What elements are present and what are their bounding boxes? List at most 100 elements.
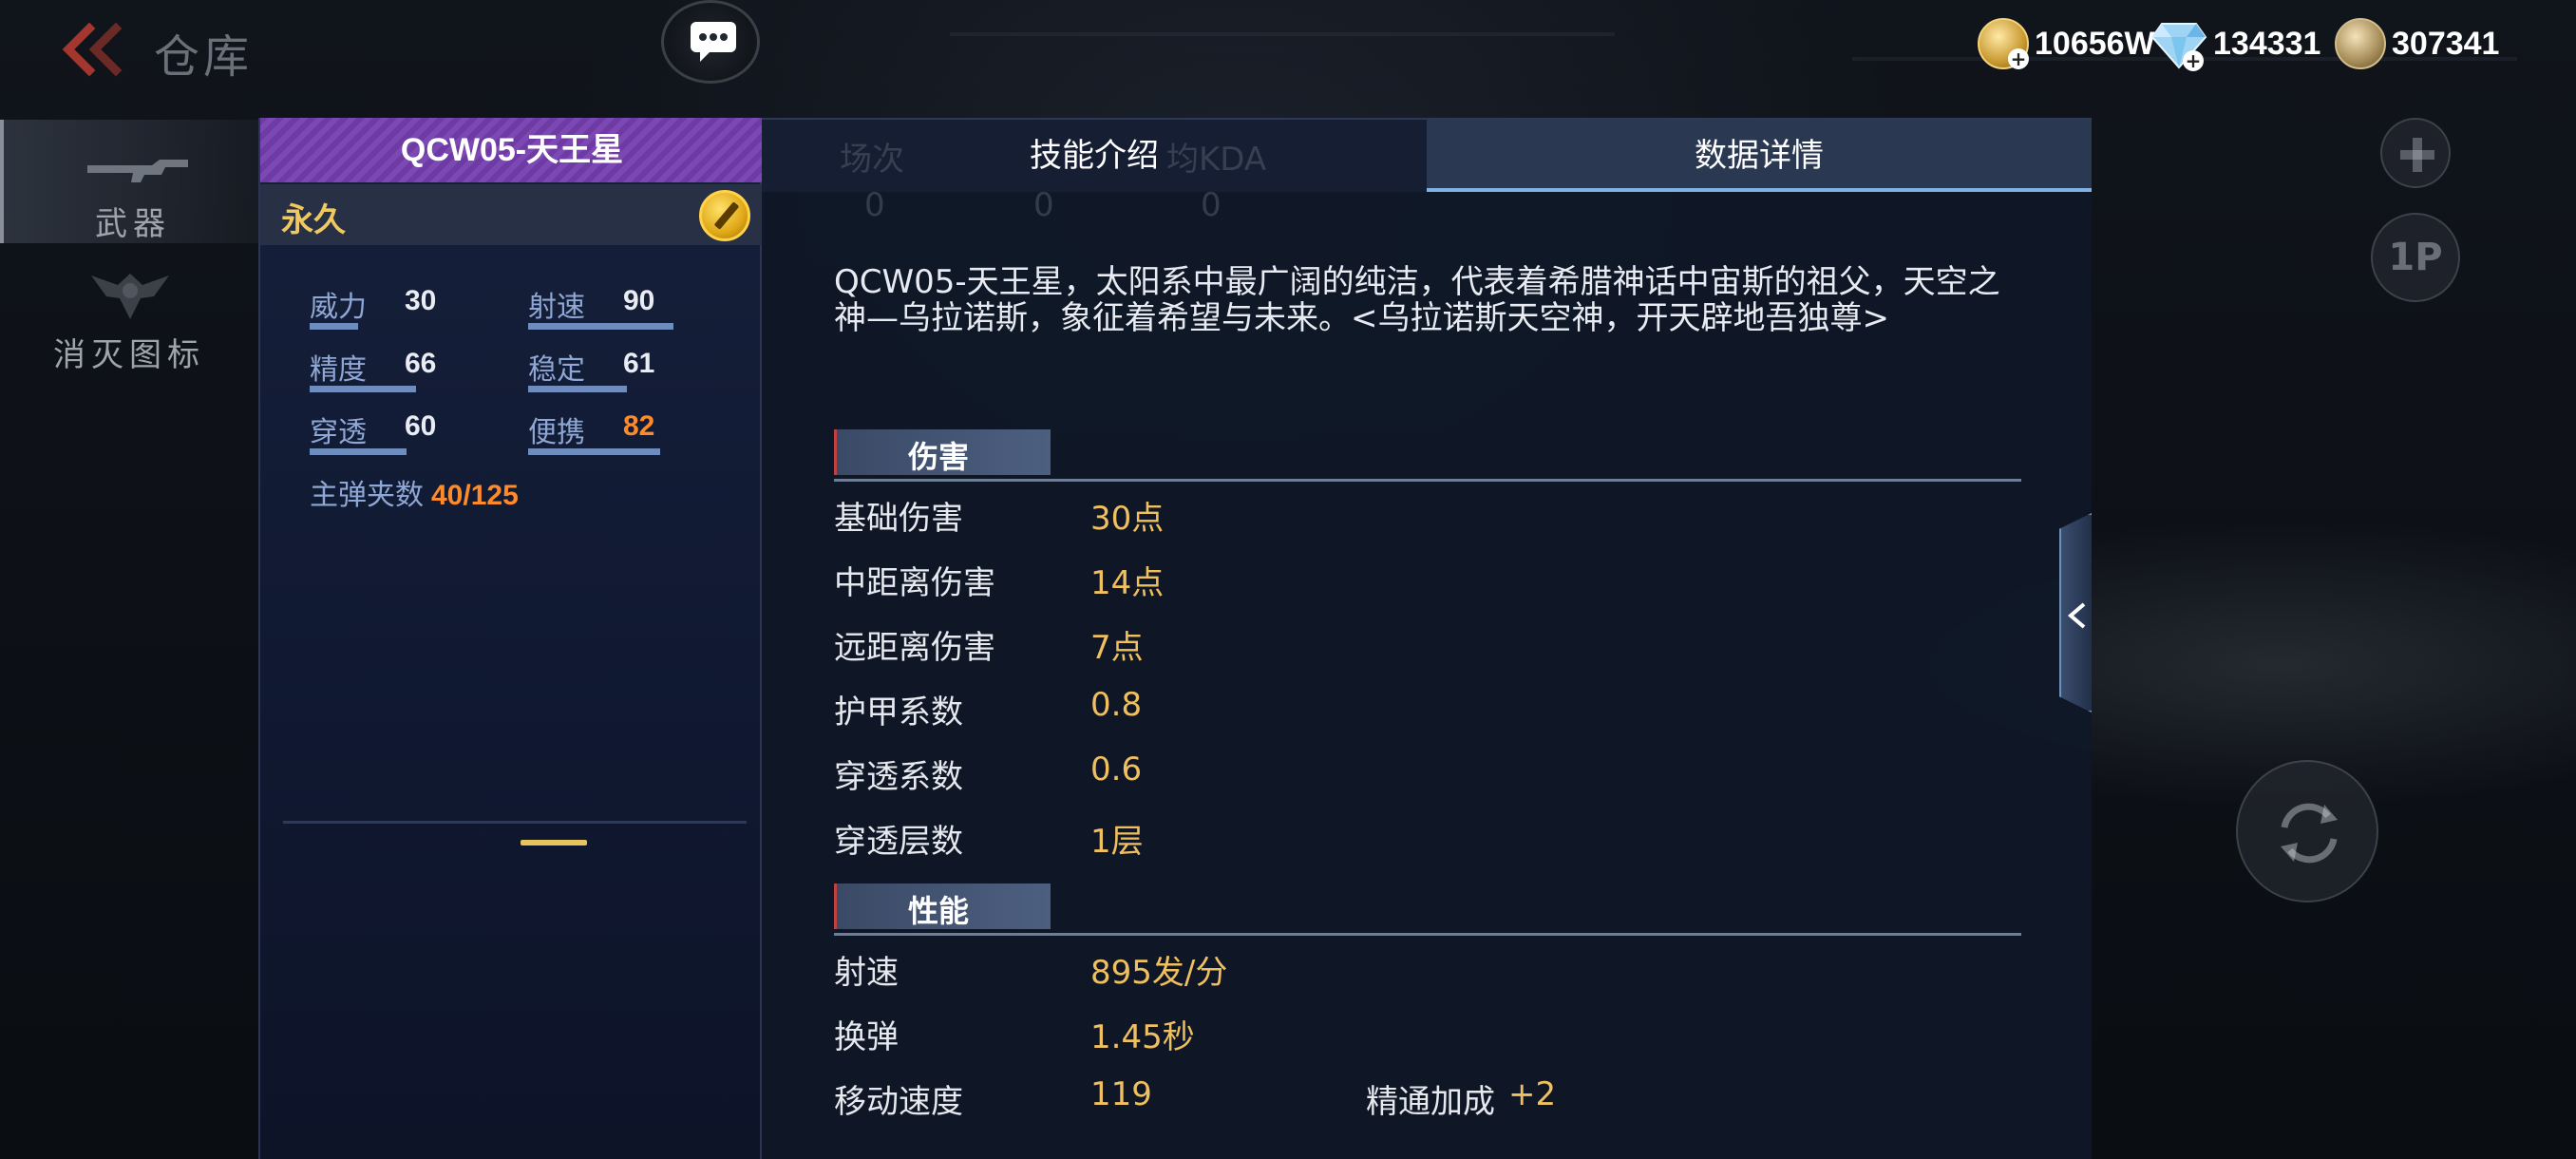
stat-row: 射速 895发/分 (834, 942, 2021, 992)
section-performance-header: 性能 (834, 884, 2021, 937)
double-chevron-left-icon (62, 22, 123, 77)
plus-icon: + (2183, 50, 2204, 71)
stat-bar (528, 386, 690, 392)
plus-icon: + (2008, 48, 2029, 69)
stat-bar (528, 448, 690, 455)
collapse-panel-button[interactable] (2059, 513, 2092, 712)
rotate-button[interactable] (2236, 760, 2378, 902)
stat-bar (310, 448, 471, 455)
ghost-matches-label: 场次 (840, 141, 904, 179)
ammo-label: 主弹夹数 (310, 479, 424, 512)
stat-label: 精度 (310, 353, 367, 387)
swap-arrows-icon (2281, 803, 2338, 864)
stat-bar (528, 323, 690, 330)
row-value: 119 (1090, 1075, 1152, 1113)
stat-power: 威力 30 (310, 283, 500, 331)
sidebar-item-kill-icons[interactable]: 消灭图标 (0, 253, 258, 376)
row-label: 穿透系数 (834, 758, 963, 796)
stat-row: 远距离伤害 7点 (834, 618, 2021, 667)
stat-value: 90 (623, 285, 655, 316)
stat-row: 中距离伤害 14点 (834, 553, 2021, 602)
sidebar-item-label: 消灭图标 (53, 336, 205, 374)
gold-currency[interactable]: + 10656W (1978, 17, 2155, 70)
tab-data-details[interactable]: 数据详情 (1427, 120, 2092, 192)
back-button[interactable] (57, 21, 133, 78)
settings-button[interactable] (2380, 118, 2451, 188)
chat-bubble-icon (691, 22, 736, 62)
stat-value: 61 (623, 348, 655, 379)
stat-value: 82 (623, 410, 655, 442)
dpad-icon (2400, 138, 2434, 172)
row-label: 移动速度 (834, 1083, 963, 1121)
stat-row: 穿透系数 0.6 (834, 747, 2021, 796)
chevron-left-icon (2067, 602, 2086, 629)
ghost-kda-label: 均KDA (1166, 141, 1267, 179)
medal-icon (2335, 18, 2386, 69)
stat-label: 穿透 (310, 416, 367, 449)
weapon-stat-panel: QCW05-天王星 永久 威力 30 射速 90 精度 66 稳定 61 穿透 … (258, 118, 764, 1159)
section-title: 性能 (908, 893, 970, 929)
row-label: 远距离伤害 (834, 629, 995, 667)
detail-panel: 技能介绍 数据详情 场次 均KDA 0 0 0 QCW05-天王星，太阳系中最广… (762, 118, 2092, 1159)
row-label: 换弹 (834, 1018, 899, 1056)
stat-label: 射速 (528, 291, 585, 324)
sidebar: 武器 消灭图标 (0, 120, 258, 1159)
row-label: 射速 (834, 954, 899, 992)
section-damage-header: 伤害 (834, 429, 2021, 483)
stat-bar (310, 323, 471, 330)
stat-stability: 稳定 61 (528, 346, 718, 393)
ghost-zero: 0 (1201, 186, 1222, 224)
stat-row: 换弹 1.45秒 (834, 1007, 2021, 1056)
stat-value: 66 (405, 348, 437, 379)
top-bar: 仓库 + 10656W + 134331 307341 (0, 0, 2576, 104)
mastery-bonus-label: 精通加成 (1366, 1083, 1495, 1121)
rifle-icon (87, 160, 188, 182)
stat-row: 基础伤害 30点 (834, 488, 2021, 538)
row-label: 护甲系数 (834, 694, 963, 732)
ghost-zero: 0 (864, 186, 885, 224)
stat-portability: 便携 82 (528, 408, 718, 456)
stat-label: 威力 (310, 291, 367, 324)
row-value: 895发/分 (1090, 954, 1228, 992)
stat-row: 移动速度 119 精通加成 +2 (834, 1072, 2021, 1121)
weapon-name: QCW05-天王星 (400, 132, 624, 168)
mastery-bonus-value: +2 (1508, 1075, 1557, 1113)
row-value: 30点 (1090, 500, 1165, 538)
ammo-row: 主弹夹数 40/125 (310, 471, 519, 513)
stat-fire-rate: 射速 90 (528, 283, 718, 331)
sidebar-item-weapons[interactable]: 武器 (0, 120, 258, 243)
row-value: 1层 (1090, 823, 1144, 861)
ammo-value: 40/125 (431, 480, 519, 511)
weapon-description: QCW05-天王星，太阳系中最广阔的纯洁，代表着希腊神话中宙斯的祖父，天空之神—… (834, 263, 2000, 337)
diamond-amount: 134331 (2213, 25, 2321, 62)
stat-label: 便携 (528, 416, 585, 449)
medal-amount: 307341 (2392, 25, 2500, 62)
weapon-name-bar: QCW05-天王星 (260, 118, 764, 182)
view-toggle-label: 1P (2388, 236, 2443, 279)
diamond-icon: + (2150, 18, 2207, 71)
row-label: 穿透层数 (834, 823, 963, 861)
page-title: 仓库 (154, 30, 254, 84)
stat-penetration: 穿透 60 (310, 408, 500, 456)
stat-bar (310, 386, 471, 392)
divider (283, 821, 747, 824)
medal-currency[interactable]: 307341 (2335, 17, 2499, 70)
stat-label: 稳定 (528, 353, 585, 387)
row-label: 基础伤害 (834, 500, 963, 538)
row-value: 0.6 (1090, 750, 1143, 788)
eagle-emblem-icon (91, 274, 169, 319)
diamond-currency[interactable]: + 134331 (2150, 17, 2321, 71)
page-indicator (521, 840, 587, 846)
row-value: 7点 (1090, 629, 1144, 667)
stat-value: 60 (405, 410, 437, 442)
gold-amount: 10656W (2035, 25, 2155, 62)
duration-bar: 永久 (260, 184, 764, 245)
pencil-coin-icon[interactable] (699, 190, 750, 241)
ghost-zero: 0 (1033, 186, 1054, 224)
chat-button[interactable] (661, 0, 760, 84)
stat-row: 穿透层数 1层 (834, 811, 2021, 861)
duration-label: 永久 (281, 201, 346, 239)
view-toggle-button[interactable]: 1P (2371, 213, 2460, 302)
section-title: 伤害 (908, 439, 970, 475)
row-value: 0.8 (1090, 686, 1143, 724)
